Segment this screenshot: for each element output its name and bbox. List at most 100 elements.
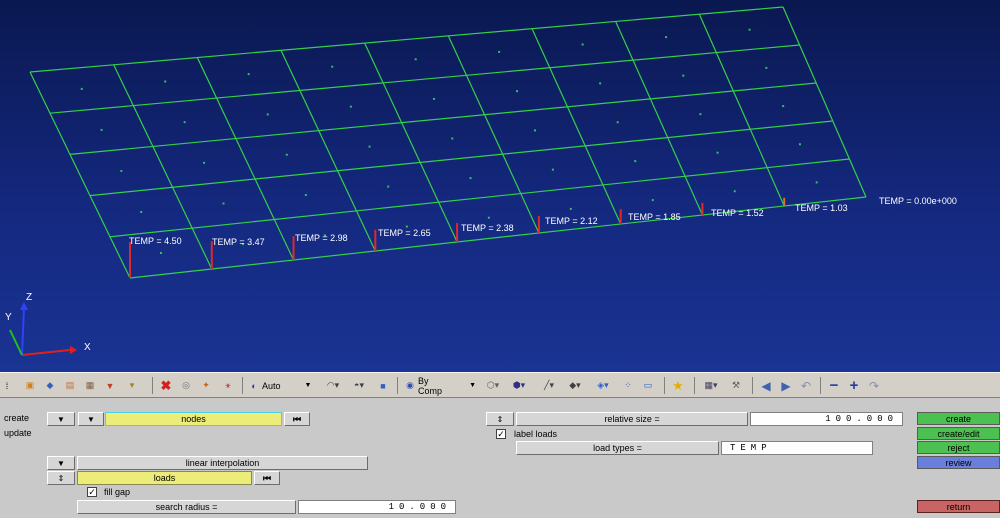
create-mode-dropdown[interactable]: ▼ [47, 412, 75, 426]
shell-icon[interactable]: ◈▾ [592, 377, 614, 394]
mesh-line-horizontal [69, 82, 817, 155]
interpolation-dropdown[interactable]: ▼ [47, 456, 75, 470]
assemblies-icon[interactable]: ◆ [42, 377, 58, 394]
z-axis-arrowhead [20, 302, 28, 310]
arrow-left-icon[interactable]: ◀ [758, 377, 774, 394]
load-types-button[interactable]: load types = [516, 441, 719, 455]
element-centroid [451, 137, 454, 140]
return-button[interactable]: return [917, 500, 1000, 513]
element-centroid [164, 80, 167, 83]
temp-label: TEMP = 1.52 [711, 208, 764, 218]
systems-icon[interactable]: ▾ [122, 377, 142, 394]
nodes-icon[interactable]: ⁘ [620, 377, 636, 394]
star-icon[interactable]: ★ [670, 377, 686, 394]
element-centroid [616, 121, 619, 124]
entity-type-dropdown[interactable]: ▼ [78, 412, 104, 426]
reset-loads-button[interactable]: ⏮ [254, 471, 280, 485]
element-style-icon[interactable]: ◓▾ [348, 377, 370, 394]
element-centroid [387, 185, 390, 188]
relative-size-field[interactable]: 100.000 [750, 412, 903, 426]
load-types-field[interactable]: TEMP [721, 441, 873, 455]
redo-icon[interactable]: ↷ [866, 377, 882, 394]
arrow-right-icon[interactable]: ▶ [778, 377, 794, 394]
linear-interpolation-button[interactable]: linear interpolation [77, 456, 368, 470]
wireframe-icon[interactable]: ⬡▾ [482, 377, 504, 394]
reset-nodes-button[interactable]: ⏮ [284, 412, 310, 426]
find-icon[interactable]: ✦ [198, 377, 214, 394]
temp-label: TEMP = 3.47 [212, 237, 265, 247]
auto-dropdown[interactable]: Auto ▼ [262, 377, 320, 394]
solid-icon[interactable]: ⬢▾ [508, 377, 530, 394]
loads-toggle[interactable]: ⇕ [47, 471, 75, 485]
up-down-arrow-icon: ⇕ [496, 414, 504, 424]
window-icon[interactable]: ▦▾ [700, 377, 722, 394]
color-mode-icon[interactable]: ◉ [402, 377, 418, 394]
plane-icon[interactable]: ◆▾ [564, 377, 586, 394]
delete-icon[interactable]: ✖ [158, 377, 174, 394]
loadcols-icon[interactable]: ▼ [102, 377, 118, 394]
line-icon[interactable]: ╱▾ [538, 377, 560, 394]
load-on-geom-panel: create update ▼ ▼ nodes ⏮ ▼ linear inter… [0, 398, 1000, 518]
element-centroid [349, 105, 352, 108]
loads-selector[interactable]: loads [77, 471, 252, 485]
create-radio[interactable]: create [4, 413, 29, 423]
properties-icon[interactable]: ▦ [82, 377, 98, 394]
element-centroid [183, 121, 186, 124]
element-centroid [599, 82, 602, 85]
element-centroid [203, 161, 206, 164]
materials-icon[interactable]: ▤ [62, 377, 78, 394]
element-centroid [569, 207, 572, 210]
element-centroid [100, 128, 103, 131]
create-button[interactable]: create [917, 412, 1000, 425]
temp-label: TEMP = 0.00e+000 [879, 196, 957, 206]
mesh-line-vertical [615, 21, 703, 216]
minus-icon[interactable]: − [826, 377, 842, 394]
element-centroid [665, 36, 668, 39]
undo-icon[interactable]: ↶ [798, 377, 814, 394]
mesh-line-vertical [447, 35, 540, 234]
element-centroid [159, 251, 162, 254]
create-edit-button[interactable]: create/edit [917, 427, 1000, 440]
reject-button[interactable]: reject [917, 441, 1000, 454]
wrench-icon[interactable]: ⚒ [728, 377, 744, 394]
mesh-plot: Z Y X [5, 6, 867, 356]
toolbar-grip-icon: ⁞ [5, 380, 9, 391]
components-icon[interactable]: ▣ [22, 377, 38, 394]
up-down-arrow-icon: ⇕ [57, 473, 65, 483]
element-centroid [498, 50, 501, 53]
fill-gap-checkbox[interactable]: ✓ [87, 487, 97, 497]
label-loads-checkbox[interactable]: ✓ [496, 429, 506, 439]
element-centroid [815, 181, 818, 184]
entity-style-icon[interactable]: ◠▾ [322, 377, 344, 394]
element-centroid [798, 143, 801, 146]
temp-label: TEMP = 4.50 [129, 236, 182, 246]
element-centroid [651, 199, 654, 202]
label-loads-label: label loads [514, 429, 558, 439]
element-centroid [414, 58, 417, 61]
graphics-viewport[interactable]: Z Y X TEMP = 4.50 TEMP = 3.47 TEMP = 2.98 TEM… [0, 0, 1000, 372]
x-axis-line [21, 349, 71, 356]
reset-icon: ⏮ [262, 472, 272, 483]
element-centroid [581, 43, 584, 46]
nodes-selector[interactable]: nodes [105, 412, 282, 426]
update-radio[interactable]: update [4, 428, 32, 438]
cube-icon[interactable]: ■ [374, 377, 392, 394]
review-button[interactable]: review [917, 456, 1000, 469]
element-centroid [516, 90, 519, 93]
reverse-icon[interactable]: ⚹ [220, 377, 236, 394]
size-toggle[interactable]: ⇕ [486, 412, 514, 426]
z-axis-label: Z [26, 292, 32, 303]
element-centroid [222, 202, 225, 205]
shading-icon[interactable]: ◐ [246, 377, 262, 394]
x-axis-arrowhead [70, 346, 77, 354]
element-centroid [699, 113, 702, 116]
mesh-line-vertical [280, 50, 376, 252]
element-centroid [140, 210, 143, 213]
search-radius-field[interactable]: 10.000 [298, 500, 456, 514]
bycomp-dropdown[interactable]: By Comp ▼ [418, 376, 476, 396]
plus-icon[interactable]: + [846, 377, 862, 394]
temp-label: TEMP = 2.98 [295, 233, 348, 243]
element-centroid [551, 168, 554, 171]
display-icon[interactable]: ▭ [640, 377, 656, 394]
mask-icon[interactable]: ◎ [178, 377, 194, 394]
